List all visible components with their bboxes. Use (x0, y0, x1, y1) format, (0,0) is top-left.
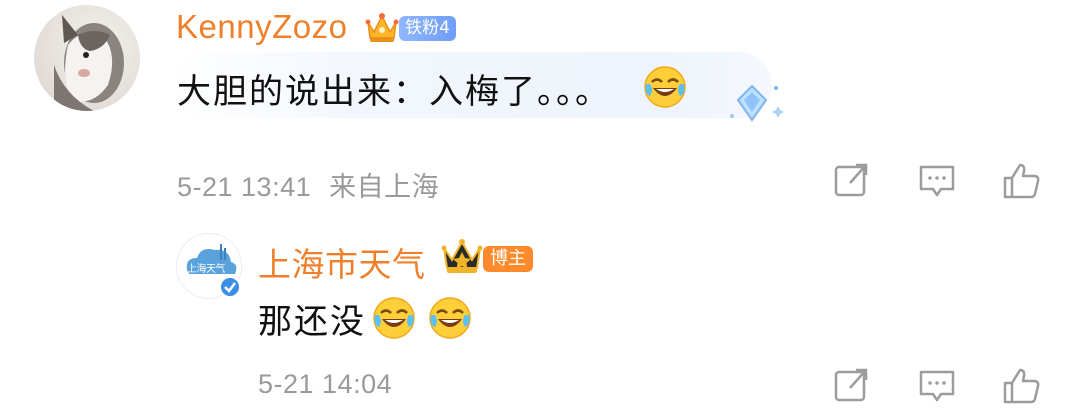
comment-text: 那还没 (258, 302, 366, 342)
fans-badge: 铁粉4 (399, 16, 456, 41)
share-icon[interactable] (832, 161, 872, 201)
location: 来自上海 (329, 172, 440, 202)
laugh-cry-emoji (427, 295, 473, 341)
timestamp: 5-21 14:04 (258, 369, 393, 399)
username[interactable]: KennyZozo (176, 8, 347, 46)
timestamp: 5-21 13:41 (177, 172, 312, 202)
crown-icon (364, 10, 400, 44)
laugh-cry-emoji (371, 295, 417, 341)
user-avatar[interactable]: 上海天气 (176, 233, 242, 299)
verified-icon (219, 276, 241, 298)
share-icon[interactable] (832, 366, 872, 406)
comment-text: 大胆的说出来：入梅了。。。 (177, 72, 611, 112)
diamond-sparkle-icon (720, 80, 790, 130)
host-badge: 博主 (483, 246, 533, 272)
comment-meta: 5-21 13:41 来自上海 (177, 165, 439, 204)
laugh-cry-emoji (642, 64, 688, 110)
comment-meta: 5-21 14:04 (258, 369, 392, 400)
user-avatar[interactable] (34, 5, 140, 111)
like-icon[interactable] (1001, 161, 1041, 201)
username[interactable]: 上海市天气 (258, 238, 426, 286)
crown-icon (440, 238, 484, 276)
comment-icon[interactable] (917, 366, 957, 406)
like-icon[interactable] (1001, 366, 1041, 406)
comment-icon[interactable] (917, 161, 957, 201)
avatar-logo-text: 上海天气 (187, 264, 226, 275)
